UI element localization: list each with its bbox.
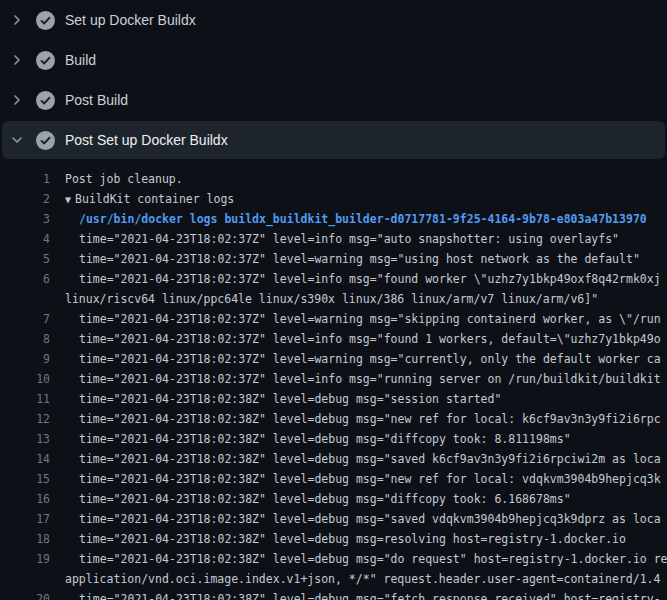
chevron-down-icon[interactable] [9, 132, 25, 148]
log-line: 18 time="2021-04-23T18:02:38Z" level=debu… [0, 529, 667, 549]
chevron-right-icon[interactable] [9, 12, 25, 28]
log-text: time="2021-04-23T18:02:38Z" level=debug … [79, 509, 661, 529]
line-number[interactable]: 15 [0, 469, 50, 489]
chevron-right-icon[interactable] [9, 52, 25, 68]
check-circle-icon [36, 51, 55, 70]
line-number[interactable]: 5 [0, 249, 50, 269]
line-number[interactable]: 2 [0, 189, 50, 209]
log-line: 14 time="2021-04-23T18:02:38Z" level=debu… [0, 449, 667, 469]
log-line: 7 time="2021-04-23T18:02:37Z" level=warni… [0, 309, 667, 329]
log-line: 4 time="2021-04-23T18:02:37Z" level=info … [0, 229, 667, 249]
log-line: 3/usr/bin/docker logs buildx_buildkit_bu… [0, 209, 667, 229]
log-text: time="2021-04-23T18:02:37Z" level=warnin… [79, 309, 661, 329]
log-line: 16 time="2021-04-23T18:02:38Z" level=debu… [0, 489, 667, 509]
step-label: Set up Docker Buildx [65, 12, 196, 28]
log-text: time="2021-04-23T18:02:37Z" level=info m… [79, 329, 661, 349]
chevron-right-icon[interactable] [9, 92, 25, 108]
log-text: time="2021-04-23T18:02:38Z" level=debug … [79, 429, 571, 449]
line-number[interactable]: 4 [0, 229, 50, 249]
log-text: time="2021-04-23T18:02:38Z" level=debug … [79, 489, 571, 509]
step-label: Post Set up Docker Buildx [65, 132, 228, 148]
log-line: 9 time="2021-04-23T18:02:37Z" level=warni… [0, 349, 667, 369]
log-line: 2 ▼ BuildKit container logs [0, 189, 667, 209]
log-text: time="2021-04-23T18:02:38Z" level=debug … [79, 589, 661, 600]
step-header-post-set-up-docker-buildx[interactable]: Post Set up Docker Buildx [2, 121, 665, 159]
check-circle-icon [36, 91, 55, 110]
line-number[interactable]: 7 [0, 309, 50, 329]
line-number[interactable]: 18 [0, 529, 50, 549]
log-line: 1 Post job cleanup. [0, 169, 667, 189]
log-group-header[interactable]: ▼ BuildKit container logs [65, 189, 234, 209]
line-number[interactable]: 16 [0, 489, 50, 509]
log-line: 5 time="2021-04-23T18:02:37Z" level=warni… [0, 249, 667, 269]
line-number[interactable]: 11 [0, 389, 50, 409]
line-number[interactable]: 8 [0, 329, 50, 349]
log-line: 12 time="2021-04-23T18:02:38Z" level=debu… [0, 409, 667, 429]
log-line: 8 time="2021-04-23T18:02:37Z" level=info … [0, 329, 667, 349]
line-number[interactable]: 13 [0, 429, 50, 449]
log-command-text: /usr/bin/docker logs buildx_buildkit_bui… [79, 209, 647, 229]
line-number[interactable]: 19 [0, 549, 50, 569]
log-line-wrap: application/vnd.oci.image.index.v1+json,… [0, 569, 667, 589]
log-text: time="2021-04-23T18:02:38Z" level=debug … [79, 409, 661, 429]
log-output: 1 Post job cleanup. 2 ▼ BuildKit container l… [0, 160, 667, 600]
log-text: time="2021-04-23T18:02:38Z" level=debug … [79, 449, 661, 469]
log-line-wrap: linux/riscv64 linux/ppc64le linux/s390x … [0, 289, 667, 309]
log-line: 15 time="2021-04-23T18:02:38Z" level=debu… [0, 469, 667, 489]
line-number[interactable]: 17 [0, 509, 50, 529]
step-header-post-build[interactable]: Post Build [0, 80, 667, 120]
log-line: 13 time="2021-04-23T18:02:38Z" level=debu… [0, 429, 667, 449]
log-text: linux/riscv64 linux/ppc64le linux/s390x … [65, 289, 598, 309]
log-line: 20 time="2021-04-23T18:02:38Z" level=debu… [0, 589, 667, 600]
collapse-triangle-icon[interactable]: ▼ [65, 190, 71, 210]
line-number[interactable]: 20 [0, 589, 50, 600]
check-circle-icon [36, 131, 55, 150]
line-number[interactable]: 14 [0, 449, 50, 469]
log-text: time="2021-04-23T18:02:37Z" level=warnin… [79, 249, 640, 269]
line-number[interactable] [0, 569, 50, 589]
line-number[interactable] [0, 289, 50, 309]
step-label: Post Build [65, 92, 128, 108]
step-label: Build [65, 52, 96, 68]
log-text: time="2021-04-23T18:02:37Z" level=info m… [79, 269, 661, 289]
log-text: time="2021-04-23T18:02:37Z" level=info m… [79, 369, 661, 389]
log-text: time="2021-04-23T18:02:38Z" level=debug … [79, 529, 626, 549]
line-number[interactable]: 10 [0, 369, 50, 389]
log-text: time="2021-04-23T18:02:37Z" level=warnin… [79, 349, 661, 369]
log-line: 19 time="2021-04-23T18:02:38Z" level=debu… [0, 549, 667, 569]
log-line: 17 time="2021-04-23T18:02:38Z" level=debu… [0, 509, 667, 529]
actions-log-viewer: Set up Docker Buildx Build Post Build Post … [0, 0, 667, 600]
log-group-title: BuildKit container logs [75, 192, 234, 206]
log-text: Post job cleanup. [65, 169, 183, 189]
step-header-set-up-docker-buildx[interactable]: Set up Docker Buildx [0, 0, 667, 40]
log-text: time="2021-04-23T18:02:38Z" level=debug … [79, 469, 661, 489]
log-line: 6 time="2021-04-23T18:02:37Z" level=info … [0, 269, 667, 289]
log-text: time="2021-04-23T18:02:37Z" level=info m… [79, 229, 619, 249]
log-text: application/vnd.oci.image.index.v1+json,… [65, 569, 660, 589]
step-header-build[interactable]: Build [0, 40, 667, 80]
step-list: Set up Docker Buildx Build Post Build Post … [0, 0, 667, 159]
check-circle-icon [36, 11, 55, 30]
line-number[interactable]: 3 [0, 209, 50, 229]
log-text: time="2021-04-23T18:02:38Z" level=debug … [79, 389, 501, 409]
line-number[interactable]: 12 [0, 409, 50, 429]
log-line: 10 time="2021-04-23T18:02:37Z" level=info… [0, 369, 667, 389]
line-number[interactable]: 6 [0, 269, 50, 289]
log-text: time="2021-04-23T18:02:38Z" level=debug … [79, 549, 667, 569]
line-number[interactable]: 9 [0, 349, 50, 369]
log-line: 11 time="2021-04-23T18:02:38Z" level=debu… [0, 389, 667, 409]
line-number[interactable]: 1 [0, 169, 50, 189]
